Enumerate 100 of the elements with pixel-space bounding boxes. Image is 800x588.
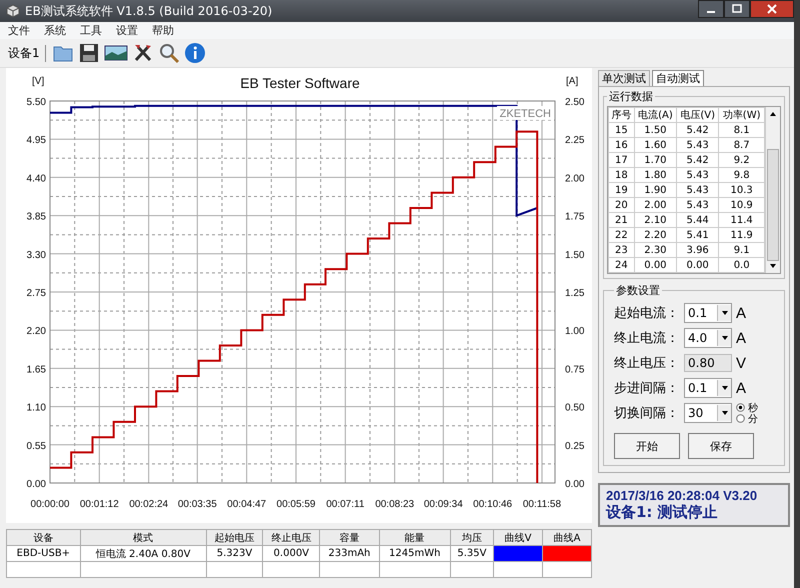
scrollbar[interactable]	[765, 107, 780, 273]
menu-item[interactable]: 文件	[8, 23, 30, 39]
curve-color-swatch[interactable]	[494, 546, 542, 562]
table-cell: 1.80	[634, 168, 677, 182]
x-axis-label: 00:03:35	[178, 499, 217, 510]
table-cell: 5.41	[676, 228, 719, 242]
close-button[interactable]	[750, 0, 794, 18]
toolbar-button[interactable]	[182, 41, 207, 65]
y-axis-label: 4.40	[26, 173, 46, 184]
group-title: 参数设置	[615, 283, 661, 298]
unit-label: A	[736, 380, 746, 396]
status-message: 设备1: 测试停止	[606, 503, 719, 522]
action-button[interactable]: 开始	[614, 433, 680, 459]
radio-button[interactable]	[736, 414, 745, 423]
device-tab[interactable]: 设备1	[8, 44, 46, 62]
table-cell: 15	[608, 122, 634, 138]
dropdown-field[interactable]: 0.1	[684, 378, 732, 398]
table-cell: 20	[608, 198, 634, 212]
table-cell: 恒电流 2.40A 0.80V	[80, 546, 206, 562]
menu-item[interactable]: 帮助	[152, 23, 174, 39]
column-header: 电压(V)	[676, 108, 719, 122]
cube-icon	[6, 4, 20, 18]
y-axis-label: 0.50	[565, 402, 584, 414]
table-cell: 16	[608, 138, 634, 152]
brand-label: ZKETECH	[500, 108, 551, 120]
menu-item[interactable]: 工具	[80, 23, 102, 39]
caret-icon	[720, 385, 728, 391]
radio-button[interactable]	[736, 403, 745, 412]
y-axis-label: 3.85	[26, 212, 46, 223]
unit-label: A	[736, 330, 746, 346]
column-header: 功率(W)	[718, 108, 764, 122]
y-axis-label: 1.10	[26, 402, 46, 414]
minimize-button[interactable]	[698, 0, 724, 18]
table-cell: 3.96	[676, 242, 719, 258]
x-axis-label: 00:11:58	[522, 499, 562, 510]
table-cell: 5.43	[676, 182, 719, 198]
table-cell: 23	[608, 242, 634, 258]
y-axis-label: 0.75	[565, 364, 584, 376]
maximize-button[interactable]	[724, 0, 750, 18]
table-cell: EBD-USB+	[6, 546, 80, 562]
table-cell: 0.00	[634, 258, 677, 272]
dropdown-field[interactable]: 30	[684, 403, 732, 423]
x-axis-label: 00:07:11	[326, 499, 364, 510]
dropdown-field[interactable]: 4.0	[684, 328, 732, 348]
y-axis-label: 2.25	[565, 135, 584, 146]
y-axis-label: 0.00	[565, 479, 584, 490]
table-cell: 5.43	[676, 168, 719, 182]
table-cell: 21	[608, 212, 634, 228]
status-datetime: 2017/3/16 20:28:04 V3.20	[606, 488, 758, 503]
axis-unit-label: [V]	[32, 76, 44, 87]
tab[interactable]: 单次测试	[598, 70, 650, 86]
x-axis-label: 00:02:24	[129, 499, 168, 510]
search-icon	[158, 42, 180, 64]
x-axis-label: 00:04:47	[227, 499, 266, 510]
table-cell: 5.42	[676, 152, 719, 168]
table-cell: 5.323V	[206, 546, 263, 562]
input-field[interactable]: 0.80	[684, 354, 732, 372]
table-cell: 24	[608, 258, 634, 272]
table-cell: 2.10	[634, 212, 677, 228]
tab[interactable]: 自动测试	[652, 70, 704, 86]
radio-label: 分	[748, 412, 758, 426]
chart-title: EB Tester Software	[240, 75, 360, 91]
column-header: 设备	[6, 530, 80, 546]
table-cell: 1245mWh	[379, 546, 450, 562]
table-cell: 5.43	[676, 138, 719, 152]
window-title: EB测试系统软件 V1.8.5 (Build 2016-03-20)	[25, 2, 272, 20]
caret-icon	[720, 335, 728, 341]
unit-label: V	[736, 354, 746, 372]
close-icon	[767, 4, 777, 14]
y-axis-label: 1.00	[565, 326, 584, 338]
caret-icon	[720, 410, 728, 416]
x-axis-label: 00:10:46	[473, 499, 512, 510]
minimize-icon	[707, 11, 715, 13]
table-cell: 5.43	[676, 198, 719, 212]
column-header: 模式	[80, 530, 206, 546]
y-axis-label: 0.00	[26, 479, 46, 490]
x-axis-label: 00:00:00	[30, 499, 70, 510]
table-cell: 5.44	[676, 212, 719, 228]
field-label: 步进间隔：	[614, 380, 680, 397]
y-axis-label: 2.75	[26, 288, 46, 299]
y-axis-label: 2.50	[565, 97, 584, 108]
table-cell: 17	[608, 152, 634, 168]
table-cell: 1.70	[634, 152, 677, 168]
y-axis-label: 1.65	[26, 364, 46, 376]
column-header: 能量	[379, 530, 450, 546]
table-cell: 18	[608, 168, 634, 182]
table-cell: 0.000V	[262, 546, 320, 562]
curve-color-swatch[interactable]	[542, 546, 592, 562]
column-header: 容量	[320, 530, 380, 546]
table-cell: 1.50	[634, 122, 677, 138]
table-cell: 22	[608, 228, 634, 242]
field-label: 切换间隔：	[614, 405, 680, 422]
table-cell: 1.60	[634, 138, 677, 152]
menu-item[interactable]: 系统	[44, 23, 66, 39]
action-button[interactable]: 保存	[688, 433, 754, 459]
x-axis-label: 00:01:12	[80, 499, 119, 510]
menu-item[interactable]: 设置	[116, 23, 138, 39]
y-axis-label: 3.30	[26, 250, 46, 261]
y-axis-label: 0.55	[26, 440, 46, 452]
dropdown-field[interactable]: 0.1	[684, 303, 732, 323]
